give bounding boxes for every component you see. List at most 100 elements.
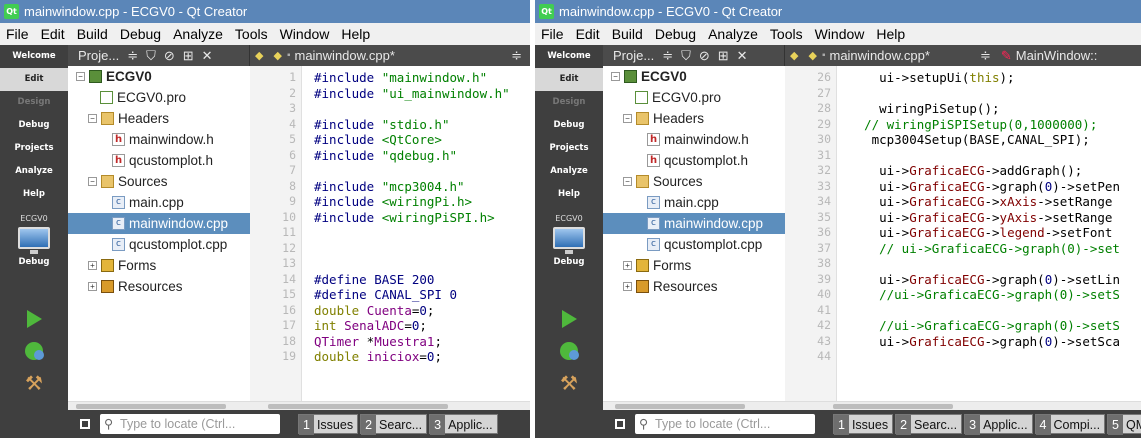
code-line[interactable]: 26 ui->setupUi(this); [785,70,1141,86]
menu-tools[interactable]: Tools [229,26,274,42]
code-line[interactable]: 30 mcp3004Setup(BASE,CANAL_SPI); [785,132,1141,148]
tree-item-resources[interactable]: + Resources [603,276,785,297]
tree-item-header-file[interactable]: h qcustomplot.h [603,150,785,171]
menu-tools[interactable]: Tools [764,26,809,42]
menu-analyze[interactable]: Analyze [167,26,229,42]
nav-forward-icon[interactable]: ◆ [273,49,281,62]
mode-design[interactable]: Design [0,91,68,114]
tree-item-project[interactable]: − ECGV0 [68,66,250,87]
code-line[interactable]: 13 [250,256,530,272]
output-pane-tab[interactable]: 4 Compi... [1034,414,1106,435]
mode-help[interactable]: Help [535,183,603,206]
collapse-icon[interactable]: − [76,72,85,81]
menu-window[interactable]: Window [809,26,871,42]
mode-help[interactable]: Help [0,183,68,206]
code-line[interactable]: 27 [785,86,1141,102]
code-line[interactable]: 3 [250,101,530,117]
expand-icon[interactable]: + [623,282,632,291]
nav-forward-icon[interactable]: ◆ [808,49,816,62]
tree-item-header-file[interactable]: h qcustomplot.h [68,150,250,171]
run-button[interactable] [0,303,68,335]
filter-icon[interactable]: ⛉ [681,48,691,64]
code-line[interactable]: 14 #define BASE 200 [250,272,530,288]
open-file-selector[interactable]: mainwindow.cpp* [294,48,394,63]
mode-projects[interactable]: Projects [535,137,603,160]
updown-icon[interactable]: ≑ [511,48,522,64]
kit-selector[interactable]: ECGV0 Debug [535,214,603,267]
mode-welcome[interactable]: Welcome [535,45,603,68]
menu-build[interactable]: Build [606,26,649,42]
code-line[interactable]: 31 [785,148,1141,164]
code-line[interactable]: 17 int SenalADC=0; [250,318,530,334]
code-editor[interactable]: 1 #include "mainwindow.h" 2 #include "ui_ma… [250,66,530,410]
mode-analyze[interactable]: Analyze [0,160,68,183]
build-button[interactable]: ⚒ [0,367,68,399]
scrollbar-thumb[interactable] [268,404,448,409]
mode-welcome[interactable]: Welcome [0,45,68,68]
tree-item-source-file[interactable]: c main.cpp [603,192,785,213]
code-line[interactable]: 38 [785,256,1141,272]
code-line[interactable]: 6 #include "qdebug.h" [250,148,530,164]
menu-edit[interactable]: Edit [570,26,606,42]
tree-item-sources[interactable]: − Sources [603,171,785,192]
scrollbar-thumb[interactable] [833,404,953,409]
tree-item-source-file-selected[interactable]: c mainwindow.cpp [603,213,785,234]
code-line[interactable]: 2 #include "ui_mainwindow.h" [250,86,530,102]
collapse-icon[interactable]: − [611,72,620,81]
collapse-icon[interactable]: − [88,114,97,123]
locator-input[interactable]: ⚲ Type to locate (Ctrl... [635,414,815,434]
output-pane-tab[interactable]: 1 Issues [833,414,894,435]
code-line[interactable]: 40 //ui->GraficaECG->graph(0)->setS [785,287,1141,303]
menu-file[interactable]: File [0,26,35,42]
output-pane-tab[interactable]: 1 Issues [298,414,359,435]
close-icon[interactable]: ✕ [202,48,213,64]
link-icon[interactable]: ⊘ [699,48,710,64]
mode-projects[interactable]: Projects [0,137,68,160]
mode-edit[interactable]: Edit [535,68,603,91]
filter-icon[interactable]: ⛉ [146,48,156,64]
tree-item-header-file[interactable]: h mainwindow.h [68,129,250,150]
sidebar-toggle-icon[interactable] [615,419,625,429]
projects-view-selector[interactable]: Proje... [78,48,119,63]
tree-item-source-file[interactable]: c qcustomplot.cpp [68,234,250,255]
updown-icon[interactable]: ≑ [127,48,138,64]
code-line[interactable]: 36 ui->GraficaECG->legend->setFont [785,225,1141,241]
code-line[interactable]: 18 QTimer *Muestra1; [250,334,530,350]
tree-item-resources[interactable]: + Resources [68,276,250,297]
code-line[interactable]: 29 // wiringPiSPISetup(0,1000000); [785,117,1141,133]
code-line[interactable]: 12 [250,241,530,257]
output-pane-tab[interactable]: 5QML... [1107,414,1141,435]
code-line[interactable]: 1 #include "mainwindow.h" [250,70,530,86]
code-line[interactable]: 43 ui->GraficaECG->graph(0)->setSca [785,334,1141,350]
menu-window[interactable]: Window [274,26,336,42]
expand-icon[interactable]: + [88,261,97,270]
menu-debug[interactable]: Debug [114,26,167,42]
close-icon[interactable]: ✕ [737,48,748,64]
nav-back-icon[interactable]: ◆ [790,49,798,62]
tree-item-headers[interactable]: − Headers [68,108,250,129]
scrollbar-thumb[interactable] [615,404,745,409]
mode-debug[interactable]: Debug [535,114,603,137]
tree-item-header-file[interactable]: h mainwindow.h [603,129,785,150]
code-line[interactable]: 19 double iniciox=0; [250,349,530,365]
sidebar-toggle-icon[interactable] [80,419,90,429]
output-pane-tab[interactable]: 3 Applic... [964,414,1033,435]
split-icon[interactable]: ⊞ [183,48,194,64]
code-line[interactable]: 44 [785,349,1141,365]
projects-view-selector[interactable]: Proje... [613,48,654,63]
tree-item-pro[interactable]: ECGV0.pro [603,87,785,108]
split-icon[interactable]: ⊞ [718,48,729,64]
code-line[interactable]: 9 #include <wiringPi.h> [250,194,530,210]
code-line[interactable]: 33 ui->GraficaECG->graph(0)->setPen [785,179,1141,195]
code-line[interactable]: 34 ui->GraficaECG->xAxis->setRange [785,194,1141,210]
output-pane-tab[interactable]: 2 Searc... [895,414,963,435]
code-line[interactable]: 37 // ui->GraficaECG->graph(0)->set [785,241,1141,257]
tree-item-source-file[interactable]: c main.cpp [68,192,250,213]
code-line[interactable]: 5 #include <QtCore> [250,132,530,148]
expand-icon[interactable]: + [623,261,632,270]
menu-help[interactable]: Help [335,26,376,42]
output-pane-tab[interactable]: 2 Searc... [360,414,428,435]
mode-analyze[interactable]: Analyze [535,160,603,183]
collapse-icon[interactable]: − [623,114,632,123]
code-line[interactable]: 35 ui->GraficaECG->yAxis->setRange [785,210,1141,226]
